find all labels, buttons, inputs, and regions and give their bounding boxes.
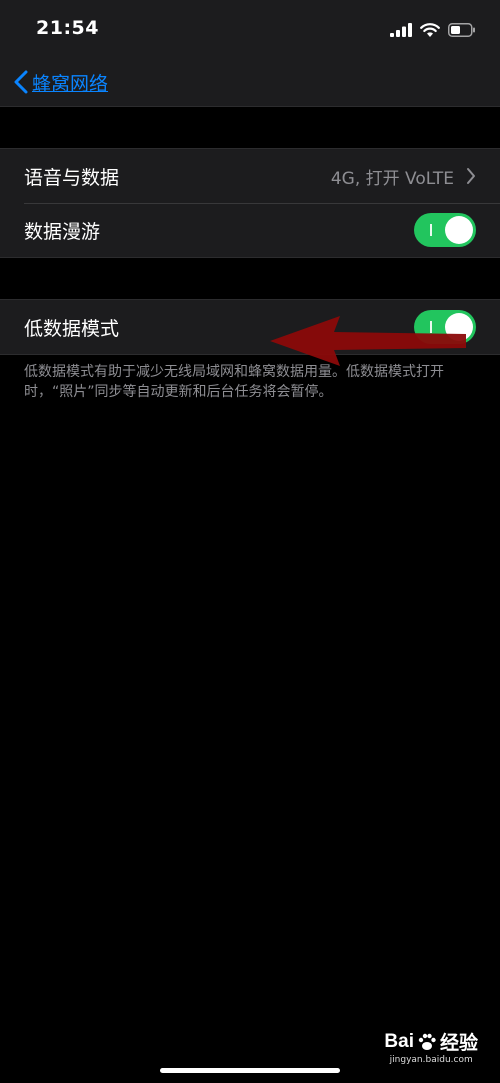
row-voice-and-data[interactable]: 语音与数据 4G, 打开 VoLTE <box>0 149 500 203</box>
baidu-logo: Bai 经验 <box>384 1028 478 1055</box>
wifi-icon <box>420 22 440 37</box>
chevron-left-icon <box>14 70 28 94</box>
navigation-bar: 蜂窝网络 <box>0 58 500 107</box>
settings-group-voice-roaming: 语音与数据 4G, 打开 VoLTE 数据漫游 <box>0 148 500 258</box>
row-label: 语音与数据 <box>24 166 120 189</box>
annotation-arrow-icon <box>270 316 466 366</box>
battery-icon <box>448 23 475 37</box>
toggle-knob <box>445 216 473 244</box>
home-indicator[interactable] <box>160 1068 340 1073</box>
row-data-roaming: 数据漫游 <box>0 203 500 257</box>
back-button[interactable]: 蜂窝网络 <box>14 67 108 97</box>
cellular-signal-icon <box>390 23 412 37</box>
watermark-brand-left: Bai <box>384 1030 414 1052</box>
toggle-on-mark <box>430 224 432 236</box>
baidu-watermark: Bai 经验 jingyan.baidu.com <box>384 1028 478 1066</box>
row-label: 低数据模式 <box>24 317 120 340</box>
paw-icon <box>418 1033 436 1050</box>
watermark-brand-right: 经验 <box>439 1033 478 1054</box>
status-bar: 21:54 <box>0 0 500 58</box>
status-icons <box>390 20 476 40</box>
data-roaming-toggle[interactable] <box>414 213 476 247</box>
status-time: 21:54 <box>36 17 99 39</box>
low-data-mode-footnote: 低数据模式有助于减少无线局域网和蜂窝数据用量。低数据模式打开时，“照片”同步等自… <box>24 364 444 400</box>
row-label: 数据漫游 <box>24 220 101 243</box>
row-value: 4G, 打开 VoLTE <box>330 168 454 189</box>
back-label: 蜂窝网络 <box>32 72 109 95</box>
watermark-url: jingyan.baidu.com <box>389 1055 473 1065</box>
chevron-right-icon <box>467 168 475 184</box>
